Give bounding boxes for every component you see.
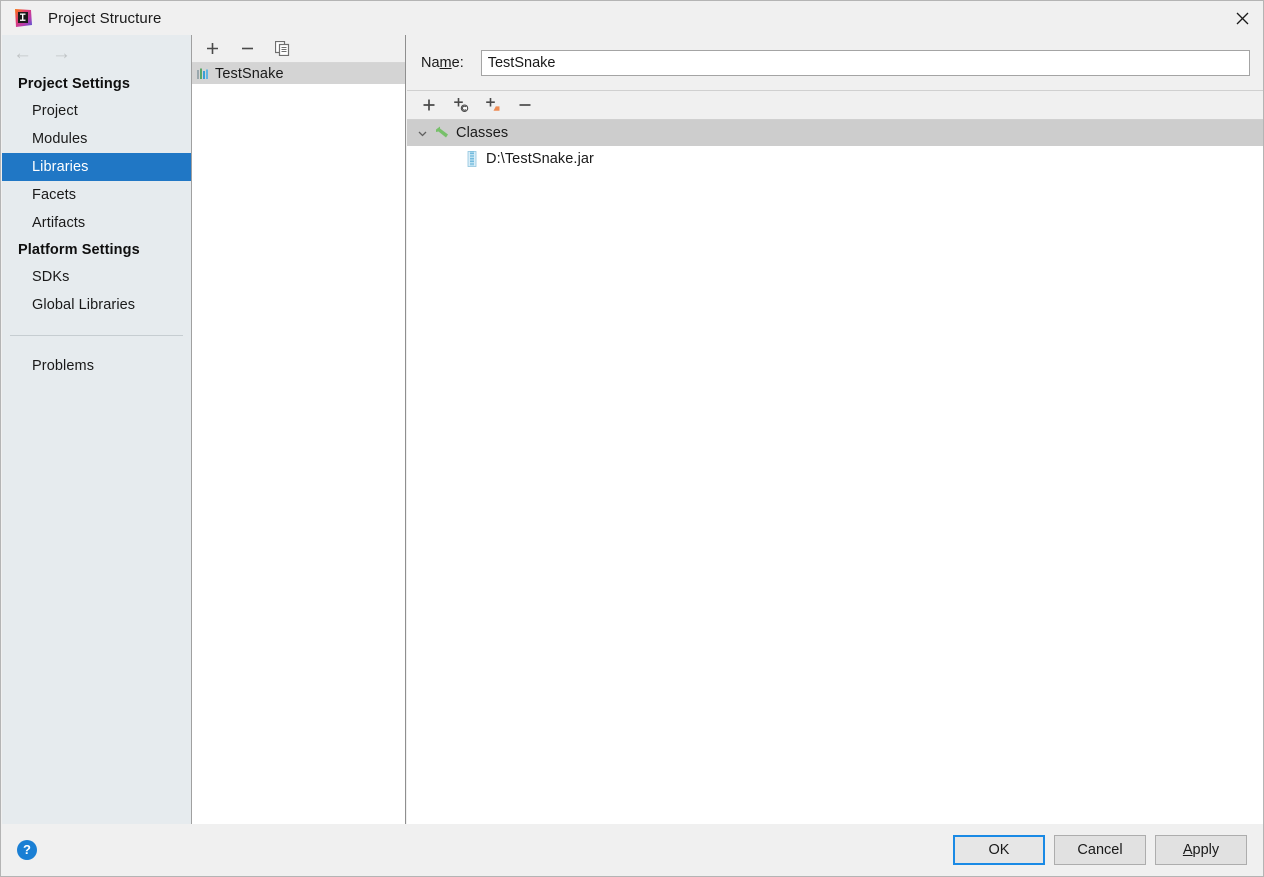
- sidebar-item-project[interactable]: Project: [2, 97, 191, 125]
- tree-row-label: Classes: [456, 125, 509, 141]
- dialog-title: Project Structure: [48, 9, 162, 27]
- list-item[interactable]: TestSnake: [192, 63, 405, 84]
- project-structure-dialog: Project Structure ← → Project Settings P…: [0, 0, 1264, 877]
- add-sources-root-button[interactable]: [483, 95, 503, 115]
- library-details-panel: Name: TestSnake Classes D:\TestSnake.jar: [407, 35, 1263, 825]
- list-item-label: TestSnake: [215, 65, 284, 82]
- sidebar-nav-list: Project Settings Project Modules Librari…: [2, 71, 191, 380]
- back-arrow-icon[interactable]: ←: [13, 44, 32, 63]
- name-input[interactable]: [480, 49, 1250, 76]
- roots-toolbar: [407, 91, 1263, 120]
- sidebar-divider: [10, 335, 183, 336]
- sidebar-item-global-libraries[interactable]: Global Libraries: [2, 291, 191, 319]
- cancel-button[interactable]: Cancel: [1054, 834, 1146, 865]
- tree-row[interactable]: D:\TestSnake.jar: [407, 146, 1263, 172]
- sidebar-item-modules[interactable]: Modules: [2, 125, 191, 153]
- classes-root-icon: [433, 125, 451, 141]
- libraries-list-panel: TestSnake: [192, 35, 406, 825]
- settings-sidebar: ← → Project Settings Project Modules Lib…: [2, 35, 192, 825]
- sidebar-item-libraries[interactable]: Libraries: [2, 153, 191, 181]
- sidebar-group-project-settings: Project Settings: [18, 76, 130, 92]
- sidebar-item-facets[interactable]: Facets: [2, 181, 191, 209]
- chevron-down-icon[interactable]: [411, 128, 433, 139]
- libraries-toolbar: [192, 35, 405, 63]
- add-classes-root-button[interactable]: [451, 95, 471, 115]
- add-root-button[interactable]: [419, 95, 439, 115]
- dialog-footer: ? OK Cancel Apply: [2, 824, 1263, 875]
- apply-mnemonic: A: [1182, 841, 1193, 858]
- intellij-idea-logo-icon: [12, 7, 34, 29]
- sidebar-item-artifacts[interactable]: Artifacts: [2, 209, 191, 237]
- apply-label-rest: pply: [1192, 841, 1220, 858]
- library-icon: [196, 67, 210, 81]
- tree-row-label: D:\TestSnake.jar: [486, 151, 594, 167]
- add-library-button[interactable]: [202, 39, 222, 59]
- roots-tree: Classes D:\TestSnake.jar: [407, 120, 1263, 825]
- help-icon[interactable]: ?: [17, 839, 37, 860]
- name-row: Name:: [407, 35, 1263, 91]
- title-bar: Project Structure: [1, 1, 1263, 35]
- ok-button[interactable]: OK: [953, 834, 1045, 865]
- copy-library-icon[interactable]: [272, 39, 292, 59]
- sidebar-group-platform-settings: Platform Settings: [18, 242, 140, 258]
- sidebar-nav-arrows: ← →: [2, 39, 191, 67]
- close-icon[interactable]: [1219, 1, 1263, 35]
- apply-button[interactable]: Apply: [1155, 834, 1247, 865]
- sidebar-item-problems[interactable]: Problems: [2, 352, 191, 380]
- sidebar-item-sdks[interactable]: SDKs: [2, 263, 191, 291]
- jar-file-icon: [463, 151, 481, 167]
- name-label: Name:: [421, 54, 464, 71]
- tree-row[interactable]: Classes: [407, 120, 1263, 146]
- remove-root-button[interactable]: [515, 95, 535, 115]
- dialog-buttons: OK Cancel Apply: [953, 834, 1247, 865]
- remove-library-button[interactable]: [237, 39, 257, 59]
- forward-arrow-icon[interactable]: →: [52, 44, 71, 63]
